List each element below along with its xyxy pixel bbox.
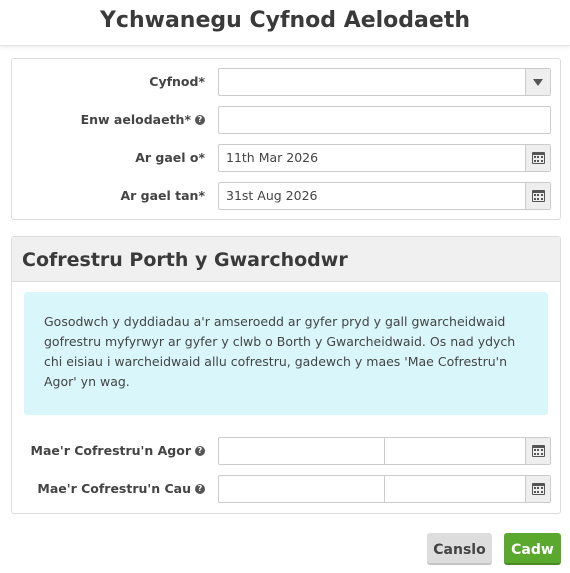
question-circle-icon[interactable]: ? bbox=[195, 114, 205, 125]
membership-name-input[interactable] bbox=[218, 106, 551, 134]
period-row: Cyfnod* bbox=[12, 68, 560, 96]
question-circle-icon[interactable]: ? bbox=[195, 445, 205, 456]
registration-close-label: Mae'r Cofrestru'n Cau? bbox=[37, 475, 205, 503]
available-until-calendar-button[interactable] bbox=[525, 183, 550, 209]
save-button[interactable]: Cadw bbox=[504, 533, 561, 565]
available-from-row: Ar gael o* 11th Mar 2026 bbox=[12, 144, 560, 172]
registration-open-row: Mae'r Cofrestru'n Agor? bbox=[12, 437, 560, 465]
caret-down-icon bbox=[533, 78, 543, 86]
membership-details-panel: Cyfnod* Enw aelodaeth*? Ar gael o* 11th … bbox=[11, 58, 561, 220]
period-select[interactable] bbox=[218, 68, 551, 96]
available-until-label: Ar gael tan* bbox=[120, 188, 205, 203]
registration-close-datetime bbox=[218, 475, 551, 503]
cancel-button[interactable]: Canslo bbox=[427, 533, 492, 565]
registration-open-date-input[interactable] bbox=[219, 438, 384, 464]
period-dropdown-toggle[interactable] bbox=[525, 69, 550, 95]
registration-close-row: Mae'r Cofrestru'n Cau? bbox=[12, 475, 560, 503]
info-alert: Gosodwch y dyddiadau a'r amseroedd ar gy… bbox=[24, 292, 548, 415]
available-until-row: Ar gael tan* 31st Aug 2026 bbox=[12, 182, 560, 210]
calendar-icon bbox=[531, 483, 545, 495]
name-label: Enw aelodaeth*? bbox=[81, 106, 205, 134]
name-row: Enw aelodaeth*? bbox=[12, 106, 560, 134]
calendar-icon bbox=[531, 190, 545, 202]
available-from-label: Ar gael o* bbox=[135, 150, 205, 165]
guardian-portal-panel: Cofrestru Porth y Gwarchodwr Gosodwch y … bbox=[11, 236, 561, 514]
available-from-value: 11th Mar 2026 bbox=[226, 150, 319, 165]
available-from-calendar-button[interactable] bbox=[525, 145, 550, 171]
registration-close-date-input[interactable] bbox=[219, 476, 384, 502]
available-from-input[interactable]: 11th Mar 2026 bbox=[218, 144, 551, 172]
calendar-icon bbox=[531, 152, 545, 164]
registration-open-label: Mae'r Cofrestru'n Agor? bbox=[31, 437, 205, 465]
dialog-title: Ychwanegu Cyfnod Aelodaeth bbox=[0, 0, 570, 46]
registration-open-time-input[interactable] bbox=[385, 438, 525, 464]
guardian-portal-heading: Cofrestru Porth y Gwarchodwr bbox=[12, 237, 560, 282]
registration-close-time-input[interactable] bbox=[385, 476, 525, 502]
period-label: Cyfnod* bbox=[149, 74, 205, 89]
available-until-input[interactable]: 31st Aug 2026 bbox=[218, 182, 551, 210]
registration-open-calendar-button[interactable] bbox=[525, 438, 550, 464]
available-until-value: 31st Aug 2026 bbox=[226, 188, 318, 203]
registration-open-datetime bbox=[218, 437, 551, 465]
question-circle-icon[interactable]: ? bbox=[195, 483, 205, 494]
registration-close-calendar-button[interactable] bbox=[525, 476, 550, 502]
calendar-icon bbox=[531, 445, 545, 457]
